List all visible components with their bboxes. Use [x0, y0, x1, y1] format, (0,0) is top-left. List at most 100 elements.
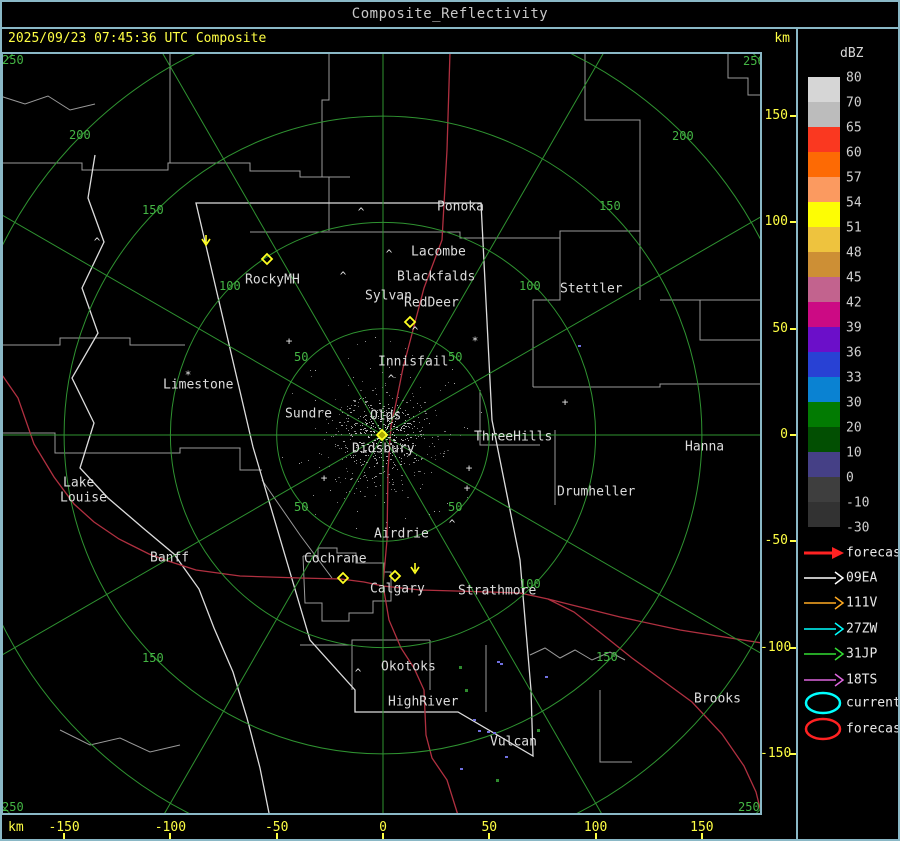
radial-line: [382, 434, 602, 813]
radial-line: [382, 434, 760, 654]
legend-item-label: forecast: [846, 545, 900, 561]
wind-arrow-icon: [410, 563, 420, 575]
titlebar-divider: [0, 27, 900, 29]
colorbar-value-label: 57: [846, 170, 862, 186]
colorbar-band: [808, 477, 840, 502]
colorbar-value-label: 0: [846, 470, 854, 486]
colorbar-value-label: 33: [846, 370, 862, 386]
radial-line: [3, 434, 384, 655]
colorbar-band: [808, 502, 840, 527]
colorbar-band: [808, 402, 840, 427]
colorbar-band: [808, 202, 840, 227]
bottom-axis-unit: km: [8, 820, 24, 835]
radial-line: [164, 434, 384, 813]
right-axis-tick-mark: [790, 115, 796, 118]
weak-echo-blue: [473, 719, 476, 721]
bottom-axis-tick-mark: [63, 833, 66, 839]
legend-ellipse-icon: [802, 716, 846, 746]
right-axis-tick-mark: [790, 752, 796, 755]
colorbar-band: [808, 102, 840, 127]
right-axis-tick-mark: [790, 646, 796, 649]
weak-echo-green: [465, 689, 468, 692]
colorbar-value-label: 36: [846, 345, 862, 361]
bottom-axis-tick-mark: [594, 833, 597, 839]
colorbar-band: [808, 452, 840, 477]
colorbar-value-label: 60: [846, 145, 862, 161]
right-axis-unit: km: [774, 31, 790, 46]
right-axis-tick-label: 50: [772, 320, 788, 336]
legend-item-label: current: [846, 695, 900, 711]
colorbar-band: [808, 302, 840, 327]
weak-echo-blue: [578, 345, 581, 347]
weak-echo-blue: [500, 663, 503, 665]
title-bar: Composite_Reflectivity: [0, 0, 900, 27]
radar-app-window: Composite_Reflectivity 2025/09/23 07:45:…: [0, 0, 900, 841]
weak-echo-green: [496, 779, 499, 782]
legend-item-label: 111V: [846, 595, 878, 611]
bottom-axis-tick-mark: [169, 833, 172, 839]
colorbar-value-label: 20: [846, 420, 862, 436]
colorbar-band: [808, 352, 840, 377]
colorbar-value-label: 10: [846, 445, 862, 461]
weak-echo-green: [459, 666, 462, 669]
right-axis-tick-label: -50: [764, 533, 788, 549]
colorbar-value-label: 54: [846, 195, 862, 211]
weak-echo-blue: [545, 676, 548, 678]
colorbar-value-label: -30: [846, 520, 870, 536]
weak-echo-blue: [497, 661, 500, 663]
radar-map-canvas[interactable]: [3, 54, 760, 813]
colorbar-value-label: 70: [846, 95, 862, 111]
colorbar-band: [808, 177, 840, 202]
legend-item-label: forecast: [846, 721, 900, 737]
station-symbols: [201, 235, 420, 585]
legend-item-label: 09EA: [846, 570, 878, 586]
timestamp-label: 2025/09/23 07:45:36 UTC Composite: [8, 31, 267, 46]
colorbar-band: [808, 277, 840, 302]
colorbar-band: [808, 252, 840, 277]
colorbar-value-label: 51: [846, 220, 862, 236]
colorbar-band: [808, 427, 840, 452]
radial-line: [382, 54, 604, 436]
radial-line: [3, 215, 384, 436]
right-axis-tick-label: 150: [764, 108, 788, 124]
colorbar-value-label: 48: [846, 245, 862, 261]
weak-echo-blue: [460, 768, 463, 770]
colorbar-band: [808, 77, 840, 102]
radar-map-svg: [3, 54, 760, 813]
legend-item-label: 18TS: [846, 672, 878, 688]
county-boundaries: [3, 54, 760, 763]
colorbar-title: dBZ: [840, 46, 864, 61]
radial-line: [162, 54, 384, 436]
right-axis-tick-label: 0: [780, 427, 788, 442]
weak-echo-green: [537, 729, 540, 732]
colorbar-band: [808, 327, 840, 352]
right-axis-tick-mark: [790, 434, 796, 436]
right-axis-tick-label: 100: [764, 214, 788, 230]
colorbar-value-label: -10: [846, 495, 870, 511]
colorbar-value-label: 80: [846, 70, 862, 86]
weak-echo-blue: [487, 731, 490, 733]
weak-echo-blue: [478, 730, 481, 732]
radial-line: [382, 216, 760, 436]
colorbar-value-label: 30: [846, 395, 862, 411]
legend-item-label: 31JP: [846, 646, 878, 662]
panel-divider: [796, 29, 798, 841]
bottom-axis-tick-mark: [700, 833, 703, 839]
station-diamond-icon: [403, 315, 417, 329]
window-title: Composite_Reflectivity: [351, 5, 549, 22]
colorbar-value-label: 65: [846, 120, 862, 136]
right-axis-tick-mark: [790, 221, 796, 224]
colorbar-band: [808, 127, 840, 152]
legend-item-label: 27ZW: [846, 621, 878, 637]
bottom-axis-tick-mark: [275, 833, 278, 839]
right-axis-tick-label: -150: [760, 745, 792, 761]
colorbar-value-label: 45: [846, 270, 862, 286]
colorbar-value-label: 42: [846, 295, 862, 311]
colorbar-band: [808, 227, 840, 252]
colorbar-band: [808, 377, 840, 402]
bottom-axis-tick-mark: [382, 833, 384, 839]
frame-left: [0, 0, 2, 841]
weak-echo-blue: [493, 732, 496, 734]
coverage-outline: [71, 154, 534, 813]
right-axis-tick-mark: [790, 540, 796, 543]
